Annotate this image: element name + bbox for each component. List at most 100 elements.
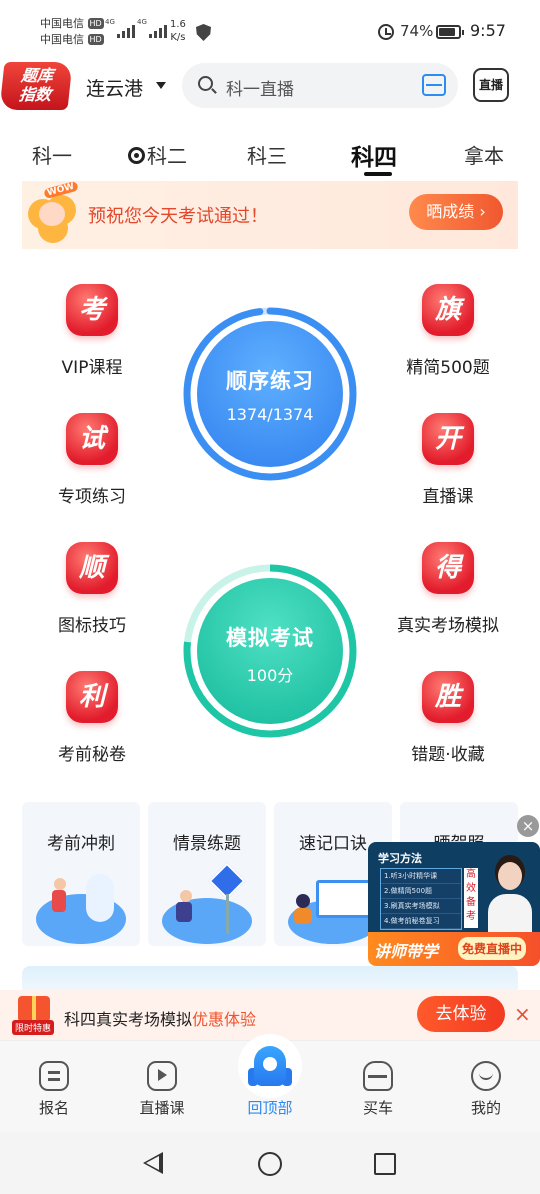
nav-buy-car[interactable]: 买车 [338, 1061, 418, 1118]
offer-close-button[interactable]: × [514, 1002, 531, 1026]
content-strip [22, 966, 518, 990]
register-icon [39, 1061, 69, 1091]
pre-exam-papers[interactable]: 利 考前秘卷 [12, 671, 172, 765]
live-class[interactable]: 开 直播课 [368, 413, 528, 507]
sign-tips[interactable]: 顺 图标技巧 [12, 542, 172, 636]
banner-text: 预祝您今天考试通过！ [88, 206, 268, 227]
home-icon[interactable] [258, 1152, 282, 1176]
card-sprint[interactable]: 考前冲刺 [22, 802, 140, 946]
tab-ke4[interactable]: 科四 [351, 138, 397, 172]
battery-icon [436, 25, 464, 39]
card-title: 考前冲刺 [47, 834, 115, 854]
signal-icon: 4G [105, 18, 135, 38]
offer-text-main: 科四真实考场模拟 [64, 1010, 193, 1029]
city-selector[interactable]: 连云港 [86, 74, 143, 101]
exam-title: 模拟考试 [226, 626, 314, 650]
clock: 9:57 [470, 21, 506, 40]
chevron-down-icon[interactable] [156, 82, 166, 89]
tab-ke3[interactable]: 科三 [247, 140, 287, 169]
promo-method-list: 1.听3小时精华课 2.做精简500题 3.刷真实考场模拟 4.做考前秘卷复习 [380, 868, 462, 930]
alarm-icon [378, 24, 394, 40]
offer-bar[interactable]: 限时特惠 科四真实考场模拟优惠体验 去体验 × [0, 990, 540, 1040]
feature-label: 图标技巧 [58, 616, 126, 636]
network-speed: 1.6 K/s [170, 18, 186, 44]
rocket-illustration-icon [36, 874, 126, 944]
gift-icon [18, 996, 50, 1022]
scan-icon[interactable] [422, 74, 446, 96]
promo-header: 学习方法 [378, 852, 422, 865]
system-nav-bar [0, 1132, 540, 1194]
nav-live-class[interactable]: 直播课 [122, 1061, 202, 1118]
rocket-icon[interactable] [238, 1034, 302, 1098]
tab-ke1[interactable]: 科一 [32, 140, 72, 169]
feature-label: VIP课程 [61, 358, 123, 378]
practice-progress: 1374/1374 [226, 405, 314, 424]
mock-exam-button[interactable]: 模拟考试 100分 [182, 563, 358, 739]
card-title: 情景练题 [173, 834, 241, 854]
carrier-2: 中国电信 [40, 33, 84, 46]
network-type: 4G [137, 18, 147, 26]
share-score-button[interactable]: 晒成绩 › [409, 194, 503, 230]
card-scenario[interactable]: 情景练题 [148, 802, 266, 946]
nav-label: 回顶部 [247, 1099, 293, 1117]
tiku-index-logo[interactable]: 题库 指数 [0, 62, 73, 110]
feature-label: 精简500题 [406, 358, 490, 378]
try-now-button[interactable]: 去体验 [417, 996, 505, 1032]
floating-live-promo[interactable]: 学习方法 1.听3小时精华课 2.做精简500题 3.刷真实考场模拟 4.做考前… [368, 842, 540, 966]
tab-ke2-label: 科二 [147, 144, 187, 168]
car-icon [363, 1061, 393, 1091]
steering-wheel-icon [128, 147, 145, 164]
special-practice[interactable]: 试 专项练习 [12, 413, 172, 507]
wow-mascot-icon: WOW [24, 180, 80, 243]
tab-ke2[interactable]: 科二 [128, 140, 187, 169]
real-exam-sim[interactable]: 得 真实考场模拟 [368, 542, 528, 636]
carrier-info: 中国电信 HD 中国电信 HD [40, 16, 104, 48]
promo-left-tag: 讲师带学 [374, 942, 439, 961]
limited-offer-tag: 限时特惠 [12, 1020, 55, 1035]
de-icon: 得 [422, 542, 474, 594]
subject-tabs: 科一 科二 科三 科四 拿本 [0, 130, 540, 176]
battery-percent: 74% [400, 22, 434, 40]
shun-icon: 顺 [66, 542, 118, 594]
back-icon[interactable] [143, 1152, 163, 1174]
live-button[interactable]: 直播 [473, 68, 509, 102]
li-icon: 利 [66, 671, 118, 723]
nav-profile[interactable]: 我的 [446, 1061, 526, 1118]
sheng-icon: 胜 [422, 671, 474, 723]
network-type: 4G [105, 18, 115, 26]
logo-line-1: 题库 [20, 66, 55, 85]
signal-icon: 4G [137, 18, 167, 38]
promo-right-tag: 免费直播中 [458, 937, 527, 960]
feature-label: 错题·收藏 [411, 745, 485, 765]
nav-label: 直播课 [139, 1099, 185, 1117]
flag-icon: 旗 [422, 284, 474, 336]
hd-badge: HD [87, 34, 104, 45]
vip-course[interactable]: 考 VIP课程 [12, 284, 172, 378]
feature-label: 真实考场模拟 [397, 616, 499, 636]
active-tab-indicator [364, 172, 392, 176]
laptop-illustration-icon [288, 874, 378, 944]
shield-icon [196, 24, 211, 41]
nav-register[interactable]: 报名 [14, 1061, 94, 1118]
live-class-icon [147, 1061, 177, 1091]
offer-text: 科四真实考场模拟优惠体验 [64, 1006, 256, 1030]
search-input[interactable]: 科一直播 [226, 75, 294, 100]
shi-icon: 试 [66, 413, 118, 465]
wrong-questions-favorites[interactable]: 胜 错题·收藏 [368, 671, 528, 765]
search-bar[interactable]: 科一直播 [182, 63, 458, 108]
feature-label: 考前秘卷 [58, 745, 126, 765]
sequential-practice-button[interactable]: 顺序练习 1374/1374 [182, 306, 358, 482]
status-bar: 中国电信 HD 中国电信 HD 4G 4G 1.6 K/s 74% 9:57 [0, 0, 540, 62]
carrier-1: 中国电信 [40, 17, 84, 30]
promo-bar: 讲师带学 免费直播中 [368, 932, 540, 966]
promo-item: 4.做考前秘卷复习 [381, 914, 461, 929]
practice-title: 顺序练习 [226, 369, 314, 393]
promo-close-button[interactable]: × [517, 815, 539, 837]
kai-icon: 开 [422, 413, 474, 465]
recent-apps-icon[interactable] [374, 1153, 396, 1175]
practice-core: 顺序练习 1374/1374 [197, 321, 343, 467]
greeting-banner[interactable]: WOW 预祝您今天考试通过！ 晒成绩 › [22, 180, 518, 249]
search-icon [198, 76, 213, 91]
tab-naben[interactable]: 拿本 [464, 140, 504, 169]
simplified-500[interactable]: 旗 精简500题 [368, 284, 528, 378]
